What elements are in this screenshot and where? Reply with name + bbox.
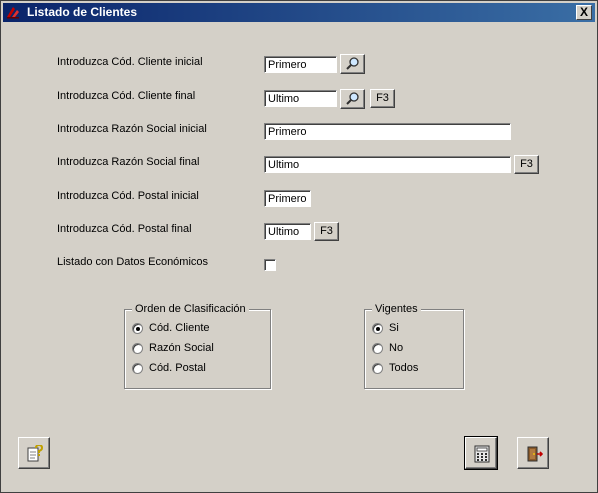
radio-orden-razon[interactable]	[132, 343, 143, 354]
exit-button[interactable]	[517, 437, 549, 469]
postal-final-input[interactable]: Ultimo	[264, 223, 311, 240]
radio-vigentes-no[interactable]	[372, 343, 383, 354]
title-bar[interactable]: Listado de Clientes X	[3, 3, 595, 22]
orden-option-postal[interactable]: Cód. Postal	[149, 362, 206, 374]
orden-option-cliente[interactable]: Cód. Cliente	[149, 322, 210, 334]
exit-door-icon	[527, 446, 543, 462]
vigentes-option-todos[interactable]: Todos	[389, 362, 418, 374]
postal-inicial-input[interactable]: Primero	[264, 190, 311, 207]
economicos-checkbox[interactable]	[264, 259, 276, 271]
orden-option-razon[interactable]: Razón Social	[149, 342, 214, 354]
calculator-icon	[474, 445, 490, 463]
vigentes-group-title: Vigentes	[372, 303, 421, 315]
label-economicos: Listado con Datos Económicos	[57, 256, 209, 268]
search-cliente-final-button[interactable]	[340, 89, 365, 109]
help-icon	[27, 445, 44, 462]
label-postal-inicial: Introduzca Cód. Postal inicial	[57, 190, 199, 202]
vigentes-option-no[interactable]: No	[389, 342, 403, 354]
vigentes-option-si[interactable]: Si	[389, 322, 399, 334]
window-title: Listado de Clientes	[27, 5, 138, 19]
close-icon: X	[579, 5, 588, 19]
cliente-inicial-input[interactable]: Primero	[264, 56, 337, 73]
search-icon	[345, 92, 359, 105]
label-razon-inicial: Introduzca Razón Social inicial	[57, 123, 207, 135]
orden-group-title: Orden de Clasificación	[132, 303, 249, 315]
cliente-final-input[interactable]: Ultimo	[264, 90, 337, 107]
search-cliente-inicial-button[interactable]	[340, 54, 365, 74]
razon-final-input[interactable]: Ultimo	[264, 156, 511, 173]
razon-inicial-input[interactable]: Primero	[264, 123, 511, 140]
f3-cliente-button[interactable]: F3	[370, 89, 395, 108]
label-cliente-final: Introduzca Cód. Cliente final	[57, 90, 196, 102]
radio-orden-cliente[interactable]	[132, 323, 143, 334]
search-icon	[345, 57, 359, 70]
label-razon-final: Introduzca Razón Social final	[57, 156, 200, 168]
radio-vigentes-todos[interactable]	[372, 363, 383, 374]
radio-orden-postal[interactable]	[132, 363, 143, 374]
radio-vigentes-si[interactable]	[372, 323, 383, 334]
f3-razon-button[interactable]: F3	[514, 155, 539, 174]
f3-postal-button[interactable]: F3	[314, 222, 339, 241]
calculate-button[interactable]	[464, 436, 498, 470]
app-icon	[7, 7, 19, 19]
label-postal-final: Introduzca Cód. Postal final	[57, 223, 192, 235]
help-button[interactable]	[18, 437, 50, 469]
label-cliente-inicial: Introduzca Cód. Cliente inicial	[57, 56, 203, 68]
listado-clientes-window: Listado de Clientes X Introduzca Cód. Cl…	[0, 0, 598, 493]
close-button[interactable]: X	[576, 5, 592, 20]
